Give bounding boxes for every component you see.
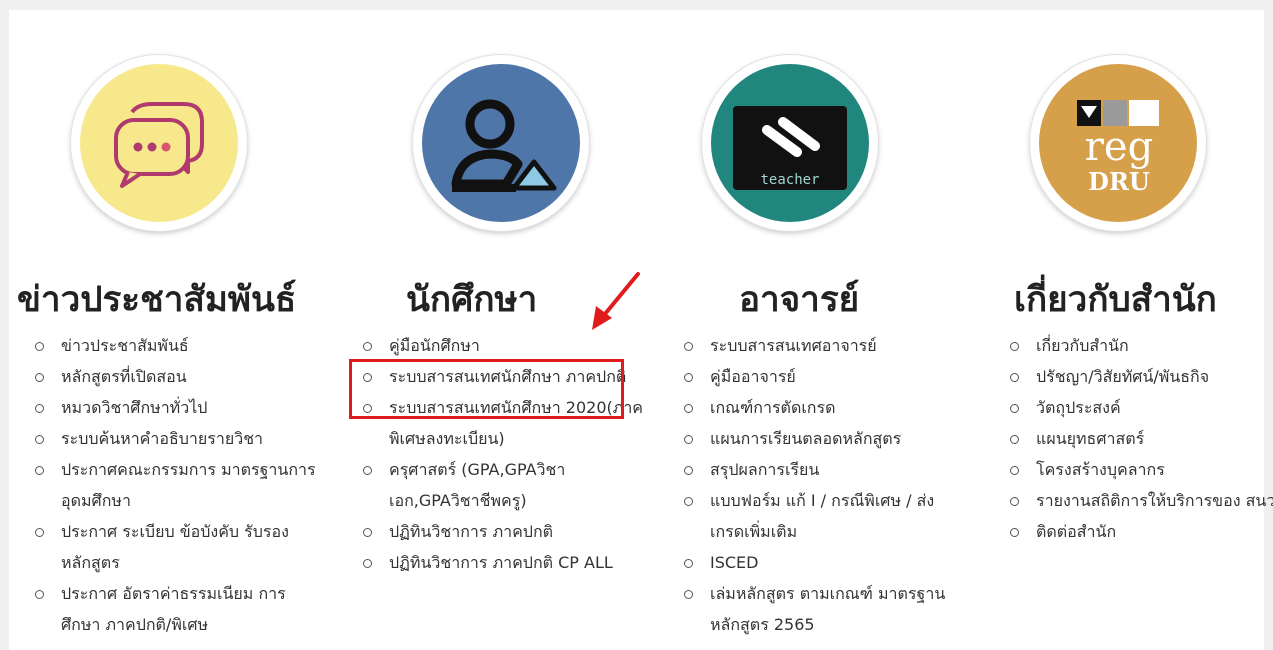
student-icon-button[interactable] [413, 55, 589, 231]
list-item[interactable]: โครงสร้างบุคลากร [1008, 454, 1273, 485]
list-item[interactable]: ติดต่อสำนัก [1008, 516, 1273, 547]
list-item[interactable]: ครุศาสตร์ (GPA,GPAวิชา เอก,GPAวิชาชีพครู… [361, 454, 646, 516]
list-item[interactable]: ประกาศ ระเบียบ ข้อบังคับ รับรองหลักสูตร [33, 516, 318, 578]
list-item[interactable]: แบบฟอร์ม แก้ I / กรณีพิเศษ / ส่งเกรดเพิ่… [682, 485, 967, 547]
red-arrow-icon [592, 272, 640, 330]
teachers-heading: อาจารย์ [739, 280, 860, 320]
list-item[interactable]: หลักสูตรที่เปิดสอน [33, 361, 318, 392]
speech-bubbles-icon [80, 64, 238, 222]
list-item[interactable]: ประกาศ อัตราค่าธรรมเนียม การศึกษา ภาคปกต… [33, 578, 318, 640]
list-item[interactable]: วัตถุประสงค์ [1008, 392, 1273, 423]
list-item[interactable]: ปรัชญา/วิสัยทัศน์/พันธกิจ [1008, 361, 1273, 392]
highlight-box [349, 359, 624, 419]
list-item[interactable]: เกี่ยวกับสำนัก [1008, 330, 1273, 361]
list-item[interactable]: หมวดวิชาศึกษาทั่วไป [33, 392, 318, 423]
svg-text:reg: reg [1085, 124, 1153, 170]
list-item[interactable]: เล่มหลักสูตร ตามเกณฑ์ มาตรฐานหลักสูตร 25… [682, 578, 967, 640]
about-link-list: เกี่ยวกับสำนัก ปรัชญา/วิสัยทัศน์/พันธกิจ… [1008, 330, 1273, 547]
teachers-link-list: ระบบสารสนเทศอาจารย์ คู่มืออาจารย์ เกณฑ์ก… [682, 330, 967, 640]
about-heading: เกี่ยวกับสำนัก [1014, 280, 1217, 320]
student-icon [422, 64, 580, 222]
list-item[interactable]: คู่มืออาจารย์ [682, 361, 967, 392]
news-heading: ข่าวประชาสัมพันธ์ [17, 280, 297, 320]
list-item[interactable]: เกณฑ์การตัดเกรด [682, 392, 967, 423]
list-item[interactable]: ปฏิทินวิชาการ ภาคปกติ CP ALL [361, 547, 646, 578]
teacher-icon: teacher [711, 64, 869, 222]
list-item[interactable]: ข่าวประชาสัมพันธ์ [33, 330, 318, 361]
svg-text:teacher: teacher [760, 172, 819, 188]
news-link-list: ข่าวประชาสัมพันธ์ หลักสูตรที่เปิดสอน หมว… [33, 330, 318, 640]
list-item[interactable]: แผนการเรียนตลอดหลักสูตร [682, 423, 967, 454]
list-item[interactable]: สรุปผลการเรียน [682, 454, 967, 485]
news-icon-button[interactable] [71, 55, 247, 231]
list-item[interactable]: ISCED [682, 547, 967, 578]
list-item[interactable]: ปฏิทินวิชาการ ภาคปกติ [361, 516, 646, 547]
list-item[interactable]: ประกาศคณะกรรมการ มาตรฐานการอุดมศึกษา [33, 454, 318, 516]
list-item[interactable]: ระบบสารสนเทศอาจารย์ [682, 330, 967, 361]
students-heading: นักศึกษา [406, 280, 538, 320]
about-icon-button[interactable]: reg DRU [1030, 55, 1206, 231]
list-item[interactable]: แผนยุทธศาสตร์ [1008, 423, 1273, 454]
teacher-icon-button[interactable]: teacher [702, 55, 878, 231]
list-item[interactable]: ระบบค้นหาคำอธิบายรายวิชา [33, 423, 318, 454]
svg-text:DRU: DRU [1088, 167, 1150, 196]
reg-dru-logo-icon: reg DRU [1039, 64, 1197, 222]
list-item[interactable]: รายงานสถิติการให้บริการของ สนว. [1008, 485, 1273, 516]
